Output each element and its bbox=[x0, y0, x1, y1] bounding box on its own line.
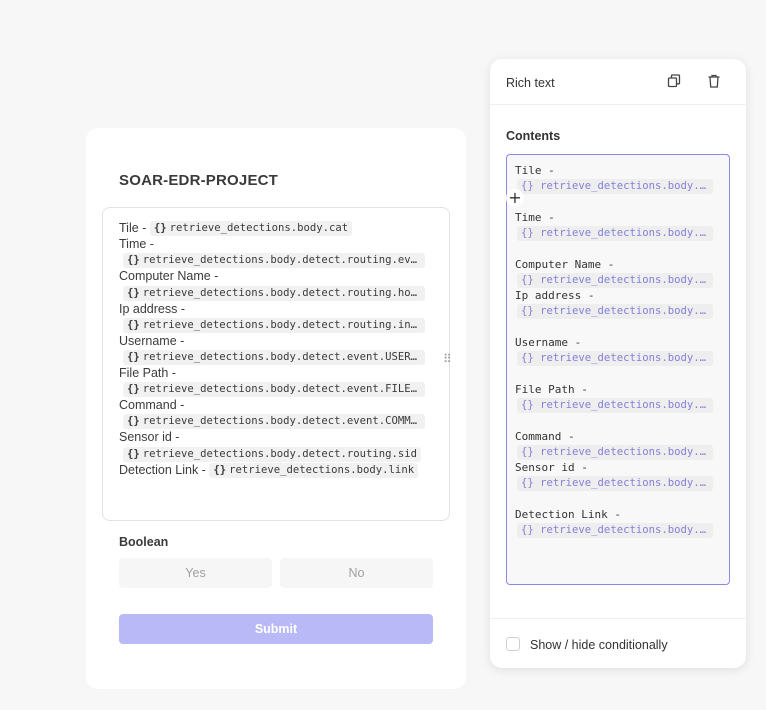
variable-chip-username: {} retrieve_detections.body.detect.event.… bbox=[123, 350, 425, 366]
braces-icon: {} bbox=[521, 227, 534, 239]
braces-icon: {} bbox=[521, 274, 534, 286]
contents-label: Contents bbox=[506, 129, 561, 143]
editor-chip-tile: {} retrieve_detections.body.cat bbox=[517, 179, 713, 194]
rt-label-ip: Ip address - bbox=[119, 301, 186, 316]
braces-icon: {} bbox=[521, 477, 534, 489]
variable-chip-tile: {} retrieve_detections.body.cat bbox=[149, 221, 353, 237]
editor-line-link: Detection Link - bbox=[515, 508, 621, 521]
show-hide-checkbox[interactable] bbox=[506, 637, 520, 651]
rich-text-row-ip: Ip address - bbox=[119, 301, 433, 317]
editor-line-command: Command - bbox=[515, 430, 575, 443]
rich-text-settings-panel: Rich text Contents Tile - {} retrieve_de… bbox=[490, 59, 746, 668]
editor-line-ip: Ip address - bbox=[515, 289, 595, 302]
rich-text-row-computer: Computer Name - bbox=[119, 268, 433, 284]
braces-icon: {} bbox=[521, 352, 534, 364]
editor-line-filepath: File Path - bbox=[515, 383, 588, 396]
braces-icon: {} bbox=[521, 180, 534, 192]
editor-chip-command: {} retrieve_detections.body.detect.event… bbox=[517, 445, 713, 460]
trash-icon[interactable] bbox=[706, 73, 722, 89]
editor-chip-computer: {} retrieve_detections.body.detect.routi… bbox=[517, 273, 713, 288]
editor-line-tile: Tile - bbox=[515, 164, 555, 177]
rich-text-row-time: Time - bbox=[119, 236, 433, 252]
rt-label-username: Username - bbox=[119, 333, 185, 348]
variable-chip-filepath: {} retrieve_detections.body.detect.event.… bbox=[123, 382, 425, 398]
rich-text-row-username: Username - bbox=[119, 333, 433, 349]
braces-icon: {} bbox=[127, 383, 140, 396]
editor-chip-time: {} retrieve_detections.body.detect.routi… bbox=[517, 226, 713, 241]
add-block-icon[interactable]: + bbox=[506, 189, 524, 207]
duplicate-icon[interactable] bbox=[666, 73, 682, 89]
editor-chip-filepath: {} retrieve_detections.body.detect.event… bbox=[517, 398, 713, 413]
editor-chip-ip: {} retrieve_detections.body.detect.routi… bbox=[517, 304, 713, 319]
show-hide-label[interactable]: Show / hide conditionally bbox=[530, 638, 668, 652]
braces-icon: {} bbox=[127, 447, 140, 460]
braces-icon: {} bbox=[127, 318, 140, 331]
form-title: SOAR-EDR-PROJECT bbox=[119, 172, 279, 189]
boolean-label: Boolean bbox=[119, 535, 169, 549]
panel-footer: Show / hide conditionally bbox=[490, 618, 746, 668]
rt-label-sensor: Sensor id - bbox=[119, 430, 180, 445]
editor-line-sensor: Sensor id - bbox=[515, 461, 588, 474]
rich-text-row-filepath: File Path - bbox=[119, 365, 433, 381]
panel-title: Rich text bbox=[506, 76, 555, 90]
no-button[interactable]: No bbox=[280, 558, 433, 588]
editor-line-computer: Computer Name - bbox=[515, 258, 615, 271]
editor-chip-sensor: {} retrieve_detections.body.detect.routi… bbox=[517, 476, 713, 491]
variable-chip-time: {} retrieve_detections.body.detect.routin… bbox=[123, 253, 425, 269]
rich-text-block[interactable]: Tile - {} retrieve_detections.body.cat Ti… bbox=[102, 207, 450, 521]
braces-icon: {} bbox=[521, 399, 534, 411]
braces-icon: {} bbox=[213, 463, 227, 476]
braces-icon: {} bbox=[127, 415, 140, 428]
editor-line-username: Username - bbox=[515, 336, 582, 349]
rt-label-link: Detection Link - bbox=[119, 462, 206, 477]
editor-chip-username: {} retrieve_detections.body.detect.event… bbox=[517, 351, 713, 366]
rich-text-row-command: Command - bbox=[119, 397, 433, 413]
variable-chip-command: {} retrieve_detections.body.detect.event.… bbox=[123, 414, 425, 430]
variable-chip-sensor: {} retrieve_detections.body.detect.routin… bbox=[123, 446, 422, 462]
braces-icon: {} bbox=[521, 446, 534, 458]
contents-editor[interactable]: Tile - {} retrieve_detections.body.cat T… bbox=[506, 154, 730, 585]
variable-chip-link: {} retrieve_detections.body.link bbox=[209, 462, 419, 478]
braces-icon: {} bbox=[153, 222, 167, 235]
braces-icon: {} bbox=[127, 254, 140, 267]
rich-text-row-tile: Tile - {} retrieve_detections.body.cat bbox=[119, 220, 433, 237]
editor-line-time: Time - bbox=[515, 211, 555, 224]
submit-button[interactable]: Submit bbox=[119, 614, 433, 644]
form-card: SOAR-EDR-PROJECT Tile - {} retrieve_detec… bbox=[86, 128, 466, 689]
yes-button[interactable]: Yes bbox=[119, 558, 272, 588]
rich-text-row-sensor: Sensor id - bbox=[119, 429, 433, 445]
rt-label-time: Time - bbox=[119, 237, 154, 252]
variable-chip-ip: {} retrieve_detections.body.detect.routin… bbox=[123, 317, 425, 333]
drag-handle-icon[interactable]: ⠿ bbox=[443, 353, 453, 371]
rt-label-tile: Tile - bbox=[119, 221, 147, 235]
panel-header: Rich text bbox=[490, 59, 746, 105]
editor-chip-link: {} retrieve_detections.body.link bbox=[517, 523, 713, 538]
rich-text-row-link: Detection Link - {} retrieve_detections.b… bbox=[119, 462, 433, 478]
braces-icon: {} bbox=[521, 524, 534, 536]
braces-icon: {} bbox=[127, 286, 140, 299]
braces-icon: {} bbox=[521, 305, 534, 317]
variable-chip-computer: {} retrieve_detections.body.detect.routin… bbox=[123, 285, 425, 301]
rt-label-computer: Computer Name - bbox=[119, 269, 219, 284]
rt-label-filepath: File Path - bbox=[119, 366, 176, 381]
rt-label-command: Command - bbox=[119, 398, 185, 413]
braces-icon: {} bbox=[127, 351, 140, 364]
